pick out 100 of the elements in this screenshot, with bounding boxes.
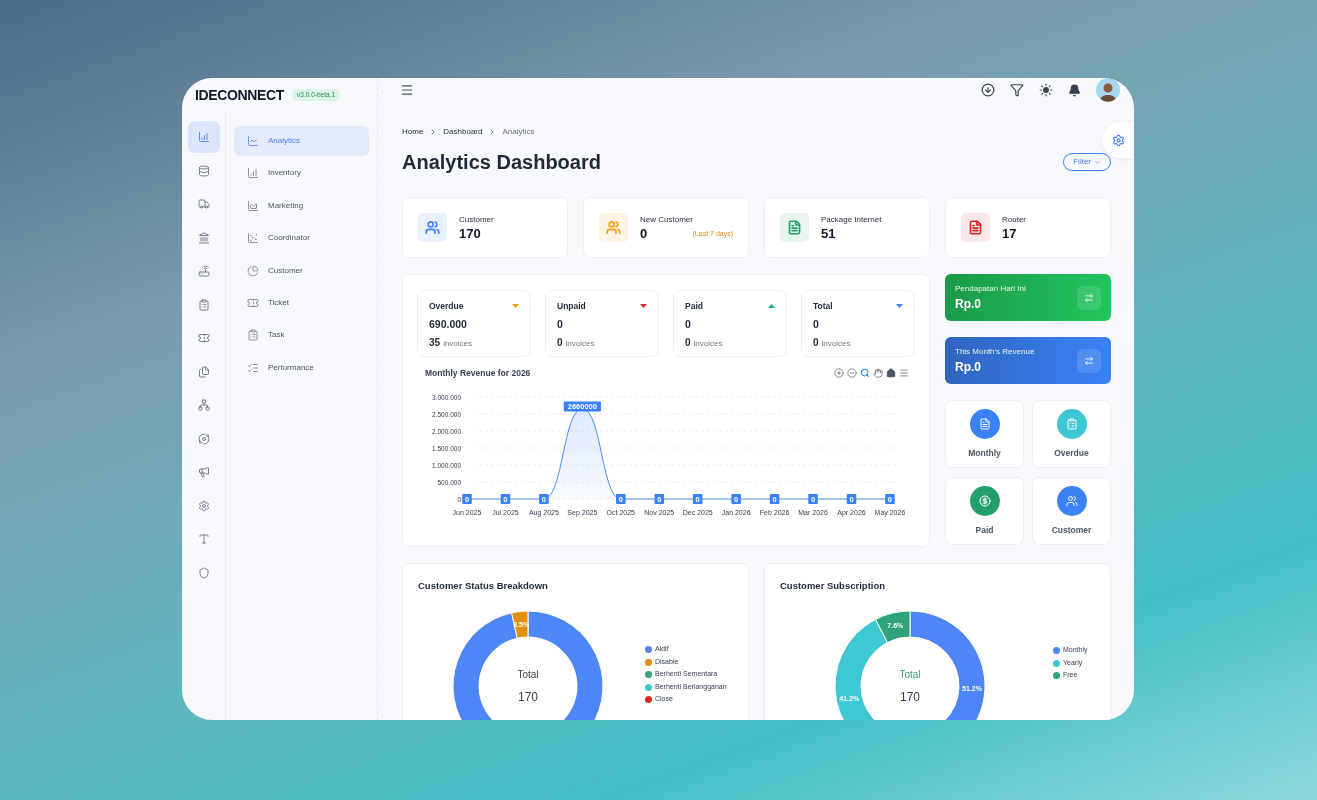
document-icon bbox=[978, 417, 991, 430]
breadcrumb-item: Analytics bbox=[502, 126, 535, 138]
brand-name: IDECONNECT bbox=[195, 85, 285, 105]
swap-icon bbox=[1084, 355, 1094, 366]
shortcut-tile[interactable]: Monthly bbox=[945, 400, 1024, 468]
stat-label: Router bbox=[1002, 213, 1027, 226]
income-label: Pendapatan Hari Ini bbox=[955, 282, 1026, 295]
truck-icon bbox=[197, 198, 210, 210]
settings-tab[interactable] bbox=[1102, 122, 1134, 158]
settings-icon bbox=[1111, 133, 1125, 147]
download-icon[interactable] bbox=[981, 83, 995, 97]
avatar[interactable] bbox=[1096, 78, 1120, 102]
center-value: 170 bbox=[900, 688, 920, 706]
invoice-amount: 690.000 bbox=[429, 317, 468, 331]
chart-title: Customer Status Breakdown bbox=[418, 579, 549, 593]
area-chart-icon bbox=[247, 199, 259, 212]
invoice-amount: 0 bbox=[685, 317, 692, 331]
invoice-title: Total bbox=[813, 300, 833, 313]
breadcrumb-item[interactable]: Dashboard bbox=[443, 126, 483, 138]
chart-title: Monthly Revenue for 2026 bbox=[425, 367, 531, 380]
page-title: Analytics Dashboard bbox=[402, 150, 601, 175]
invoice-title: Overdue bbox=[429, 300, 464, 313]
nav-item[interactable]: Inventory bbox=[234, 158, 369, 189]
text-icon bbox=[197, 533, 210, 545]
shortcut-tile[interactable]: Overdue bbox=[1032, 400, 1111, 468]
tile-label: Customer bbox=[1051, 523, 1092, 537]
shield-icon bbox=[197, 566, 210, 579]
invoice-count: 35 bbox=[429, 335, 441, 350]
nav-item[interactable]: Marketing bbox=[234, 190, 369, 221]
stat-value: 17 bbox=[1002, 225, 1017, 242]
invoice-amount: 0 bbox=[813, 317, 820, 331]
center-label: Total bbox=[899, 667, 921, 682]
megaphone-icon bbox=[197, 466, 210, 478]
nav-item[interactable]: Performance bbox=[234, 352, 369, 383]
shortcut-tile[interactable]: Paid bbox=[945, 477, 1024, 545]
invoice-title: Unpaid bbox=[557, 300, 586, 313]
invoice-title: Paid bbox=[685, 300, 703, 313]
bar-chart-icon bbox=[197, 131, 210, 143]
files-icon bbox=[197, 365, 210, 378]
zoom-in-icon[interactable] bbox=[834, 368, 844, 379]
stat-value: 0 bbox=[640, 225, 648, 242]
invoice-unit: invoices bbox=[821, 337, 851, 350]
pie-chart-icon bbox=[247, 264, 259, 277]
tile-label: Monthly bbox=[968, 446, 1001, 460]
ticket-icon bbox=[197, 332, 210, 344]
chevron-icon bbox=[1094, 158, 1101, 166]
nav-item[interactable]: Customer bbox=[234, 255, 369, 286]
clipboard-icon bbox=[197, 298, 210, 311]
bar-chart-icon bbox=[247, 167, 259, 180]
line-chart-icon bbox=[247, 135, 259, 147]
dollar-icon bbox=[978, 494, 991, 507]
bank-icon bbox=[197, 231, 210, 244]
sun-icon[interactable] bbox=[1039, 83, 1053, 97]
rail-button[interactable] bbox=[187, 121, 220, 153]
scatter-chart-icon bbox=[247, 232, 259, 245]
invoice-unit: invoices bbox=[565, 337, 595, 350]
nav-item[interactable]: Ticket bbox=[234, 287, 369, 318]
invoice-count: 0 bbox=[685, 335, 691, 350]
checklist-icon bbox=[247, 361, 259, 374]
income-value: Rp.0 bbox=[955, 358, 982, 376]
center-label: Total bbox=[517, 667, 539, 682]
users-icon bbox=[1065, 494, 1078, 507]
swap-button[interactable] bbox=[1077, 348, 1101, 373]
clipboard-icon bbox=[247, 329, 259, 342]
hand-icon[interactable] bbox=[873, 368, 883, 379]
nav-item[interactable]: Task bbox=[234, 320, 369, 351]
swap-icon bbox=[1084, 292, 1094, 303]
stat-value: 170 bbox=[459, 225, 481, 242]
invoice-amount: 0 bbox=[557, 317, 564, 331]
chart-title: Customer Subscription bbox=[780, 579, 887, 593]
search-icon[interactable] bbox=[860, 368, 870, 379]
income-label: This Month's Revenue bbox=[955, 345, 1035, 358]
ticket-icon bbox=[247, 296, 259, 309]
stat-label: Customer bbox=[459, 213, 495, 226]
income-value: Rp.0 bbox=[955, 295, 982, 313]
invoice-unit: invoices bbox=[443, 337, 473, 350]
invoice-count: 0 bbox=[557, 335, 563, 350]
center-value: 170 bbox=[518, 688, 538, 706]
filter-icon[interactable] bbox=[1010, 83, 1024, 97]
bell-icon[interactable] bbox=[1068, 83, 1081, 97]
stat-label: New Customer bbox=[640, 213, 694, 226]
menu-icon[interactable] bbox=[400, 83, 414, 97]
nav-item[interactable]: Coordinator bbox=[234, 223, 369, 254]
swap-button[interactable] bbox=[1077, 285, 1101, 310]
zoom-out-icon[interactable] bbox=[847, 368, 857, 379]
clipboard-icon bbox=[1065, 417, 1078, 430]
shortcut-tile[interactable]: Customer bbox=[1032, 477, 1111, 545]
invoice-count: 0 bbox=[813, 335, 819, 350]
breadcrumb-item[interactable]: Home bbox=[402, 126, 424, 138]
home-icon[interactable] bbox=[886, 368, 896, 379]
tile-label: Overdue bbox=[1054, 446, 1089, 460]
router-icon bbox=[197, 265, 210, 277]
cycle-icon bbox=[197, 432, 210, 445]
database-icon bbox=[197, 164, 210, 177]
tree-icon bbox=[197, 399, 210, 411]
settings-icon bbox=[197, 499, 210, 512]
stat-label: Package Internet bbox=[821, 213, 883, 226]
stat-value: 51 bbox=[821, 225, 836, 242]
tile-label: Paid bbox=[975, 523, 994, 537]
invoice-unit: invoices bbox=[693, 337, 723, 350]
